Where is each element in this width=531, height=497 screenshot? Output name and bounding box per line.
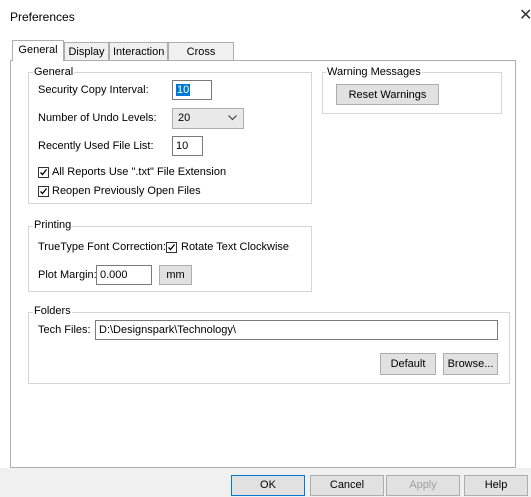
undo-levels-select[interactable]: 20 (172, 108, 244, 129)
printing-group-title: Printing (33, 219, 73, 231)
rotate-text-label: Rotate Text Clockwise (181, 241, 290, 253)
security-copy-input[interactable]: 10 (172, 80, 212, 100)
window-title: Preferences (10, 10, 75, 24)
ok-button[interactable]: OK (231, 475, 305, 496)
browse-button[interactable]: Browse... (443, 353, 498, 375)
warning-group-title: Warning Messages (326, 66, 422, 78)
undo-levels-value: 20 (178, 112, 191, 124)
plot-margin-label: Plot Margin: (38, 269, 97, 281)
reports-txt-label: All Reports Use ".txt" File Extension (52, 166, 227, 178)
reports-txt-checkbox[interactable] (38, 167, 49, 178)
check-icon (40, 188, 48, 195)
help-button[interactable]: Help (464, 475, 528, 496)
units-button[interactable]: mm (159, 265, 192, 285)
folders-group-title: Folders (33, 305, 72, 317)
check-icon (168, 244, 176, 251)
chevron-down-icon (228, 115, 237, 121)
tab-display[interactable]: Display (64, 42, 109, 60)
default-button[interactable]: Default (380, 353, 436, 375)
security-copy-label: Security Copy Interval: (38, 84, 149, 96)
plot-margin-input[interactable]: 0.000 (96, 265, 152, 285)
tab-general[interactable]: General (12, 40, 64, 61)
check-icon (40, 169, 48, 176)
tab-cross-probe[interactable]: Cross Probe (168, 42, 234, 76)
recent-files-input[interactable]: 10 (172, 136, 203, 156)
tech-files-label: Tech Files: (38, 324, 91, 336)
tech-files-input[interactable]: D:\Designspark\Technology\ (95, 320, 498, 340)
general-group-title: General (33, 66, 75, 78)
security-copy-value: 10 (176, 84, 191, 96)
undo-levels-label: Number of Undo Levels: (38, 112, 157, 124)
cancel-button[interactable]: Cancel (310, 475, 384, 496)
truetype-label: TrueType Font Correction: (38, 241, 166, 253)
reset-warnings-button[interactable]: Reset Warnings (336, 84, 439, 105)
rotate-text-checkbox[interactable] (166, 242, 177, 253)
reopen-files-label: Reopen Previously Open Files (52, 185, 201, 197)
reopen-files-checkbox[interactable] (38, 186, 49, 197)
close-icon[interactable]: ✕ (519, 8, 531, 24)
apply-button[interactable]: Apply (386, 475, 460, 496)
tab-interaction[interactable]: Interaction (109, 42, 168, 60)
recent-files-label: Recently Used File List: (38, 140, 154, 152)
